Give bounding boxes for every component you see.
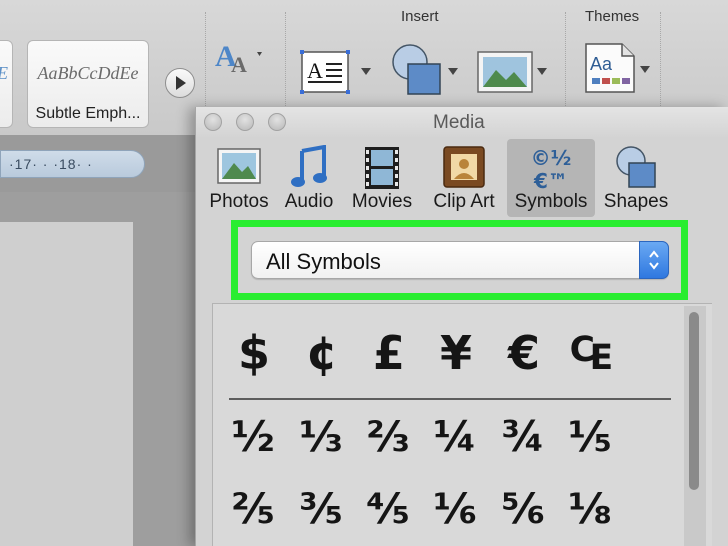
symbol-cell[interactable]: ⅔ — [358, 412, 418, 461]
tab-photos[interactable]: Photos — [206, 139, 272, 217]
symbol-cell[interactable]: £ — [359, 326, 419, 380]
tab-label: Clip Art — [433, 191, 495, 212]
symbol-cell[interactable]: ¼ — [425, 412, 485, 461]
minimize-window-button[interactable] — [236, 113, 254, 131]
style-tile-emphasis[interactable]: E — [0, 40, 13, 128]
tab-audio[interactable]: Audio — [280, 139, 338, 217]
tab-symbols[interactable]: ©½ €™ Symbols — [507, 139, 595, 217]
style-name: Subtle Emph... — [35, 105, 141, 122]
section-divider — [229, 398, 671, 400]
window-title: Media — [433, 112, 485, 133]
symbol-cell[interactable]: ¥ — [426, 326, 486, 380]
group-separator — [205, 12, 206, 122]
picture-icon[interactable] — [476, 50, 534, 94]
symbol-cell[interactable]: ⅘ — [358, 484, 418, 533]
symbol-grid: $ ¢ £ ¥ € ₠ ½ ⅓ ⅔ ¼ ¾ ⅕ ⅖ ⅗ ⅘ ⅙ ⅚ ⅛ — [212, 303, 712, 546]
symbol-category-select[interactable]: All Symbols — [251, 241, 669, 279]
play-arrow-icon — [176, 76, 186, 90]
select-value: All Symbols — [266, 249, 381, 274]
symbol-cell[interactable]: ⅗ — [291, 484, 351, 533]
symbol-cell[interactable]: ₠ — [561, 326, 621, 380]
symbol-cell[interactable]: $ — [224, 326, 284, 380]
vertical-scrollbar[interactable] — [684, 306, 706, 546]
change-styles-icon[interactable]: A A — [213, 34, 265, 78]
symbol-cell[interactable]: ⅚ — [493, 484, 553, 533]
tab-clip-art[interactable]: Clip Art — [428, 139, 500, 217]
symbol-cell[interactable]: ⅓ — [291, 412, 351, 461]
symbol-cell[interactable]: ¢ — [292, 326, 352, 380]
symbol-cell[interactable]: ⅛ — [560, 484, 620, 533]
tab-label: Shapes — [603, 191, 669, 212]
svg-text:A: A — [307, 58, 323, 83]
tab-label: Symbols — [514, 191, 588, 212]
title-bar[interactable]: Media — [196, 107, 728, 137]
svg-text:Aa: Aa — [590, 54, 613, 74]
svg-text:©½: ©½ — [531, 146, 572, 170]
ruler: ·17· · ·18· · — [0, 150, 145, 178]
tab-label: Movies — [351, 191, 413, 212]
style-sample: E — [0, 63, 12, 84]
symbols-icon: ©½ €™ — [531, 146, 572, 193]
group-separator — [565, 12, 566, 122]
style-sample: AaBbCcDdEe — [37, 63, 139, 83]
symbol-cell[interactable]: € — [494, 326, 554, 380]
group-separator — [285, 12, 286, 122]
select-stepper[interactable] — [639, 241, 669, 279]
dropdown-arrow-icon[interactable] — [361, 68, 371, 76]
chevron-up-down-icon — [649, 250, 659, 270]
media-window: Media Photos Audio Movies Clip Art ©½ €™… — [195, 107, 728, 546]
styles-next-button[interactable] — [165, 68, 195, 98]
tab-label: Photos — [209, 191, 269, 212]
ruler-text: ·17· · ·18· · — [9, 156, 93, 172]
tab-shapes[interactable]: Shapes — [601, 139, 671, 217]
dropdown-arrow-icon[interactable] — [640, 66, 650, 74]
film-strip-icon — [365, 147, 399, 189]
group-separator — [660, 12, 661, 122]
document-page[interactable] — [0, 222, 133, 546]
insert-group-label: Insert — [401, 8, 439, 25]
tab-movies[interactable]: Movies — [346, 139, 418, 217]
symbol-cell[interactable]: ⅕ — [560, 412, 620, 461]
symbol-cell[interactable]: ½ — [223, 412, 283, 461]
music-note-icon — [291, 145, 327, 187]
svg-text:A: A — [231, 52, 247, 77]
themes-group-label: Themes — [585, 8, 640, 25]
clip-art-icon — [443, 146, 485, 188]
style-tile-subtle-emphasis[interactable]: AaBbCcDdEe Subtle Emph... — [27, 40, 149, 128]
symbol-cell[interactable]: ⅖ — [223, 484, 283, 533]
photo-icon — [217, 148, 261, 184]
symbol-cell[interactable]: ¾ — [493, 412, 553, 461]
zoom-window-button[interactable] — [268, 113, 286, 131]
shapes-icon — [616, 146, 656, 188]
tab-label: Audio — [284, 191, 334, 212]
svg-text:€™: €™ — [533, 169, 568, 193]
dropdown-arrow-icon[interactable] — [537, 68, 547, 76]
text-box-icon[interactable]: A — [298, 48, 354, 96]
shape-icon[interactable] — [388, 42, 444, 98]
close-window-button[interactable] — [204, 113, 222, 131]
scrollbar-thumb[interactable] — [689, 312, 699, 490]
themes-icon[interactable]: Aa — [582, 40, 638, 96]
dropdown-arrow-icon[interactable] — [448, 68, 458, 76]
symbol-cell[interactable]: ⅙ — [425, 484, 485, 533]
